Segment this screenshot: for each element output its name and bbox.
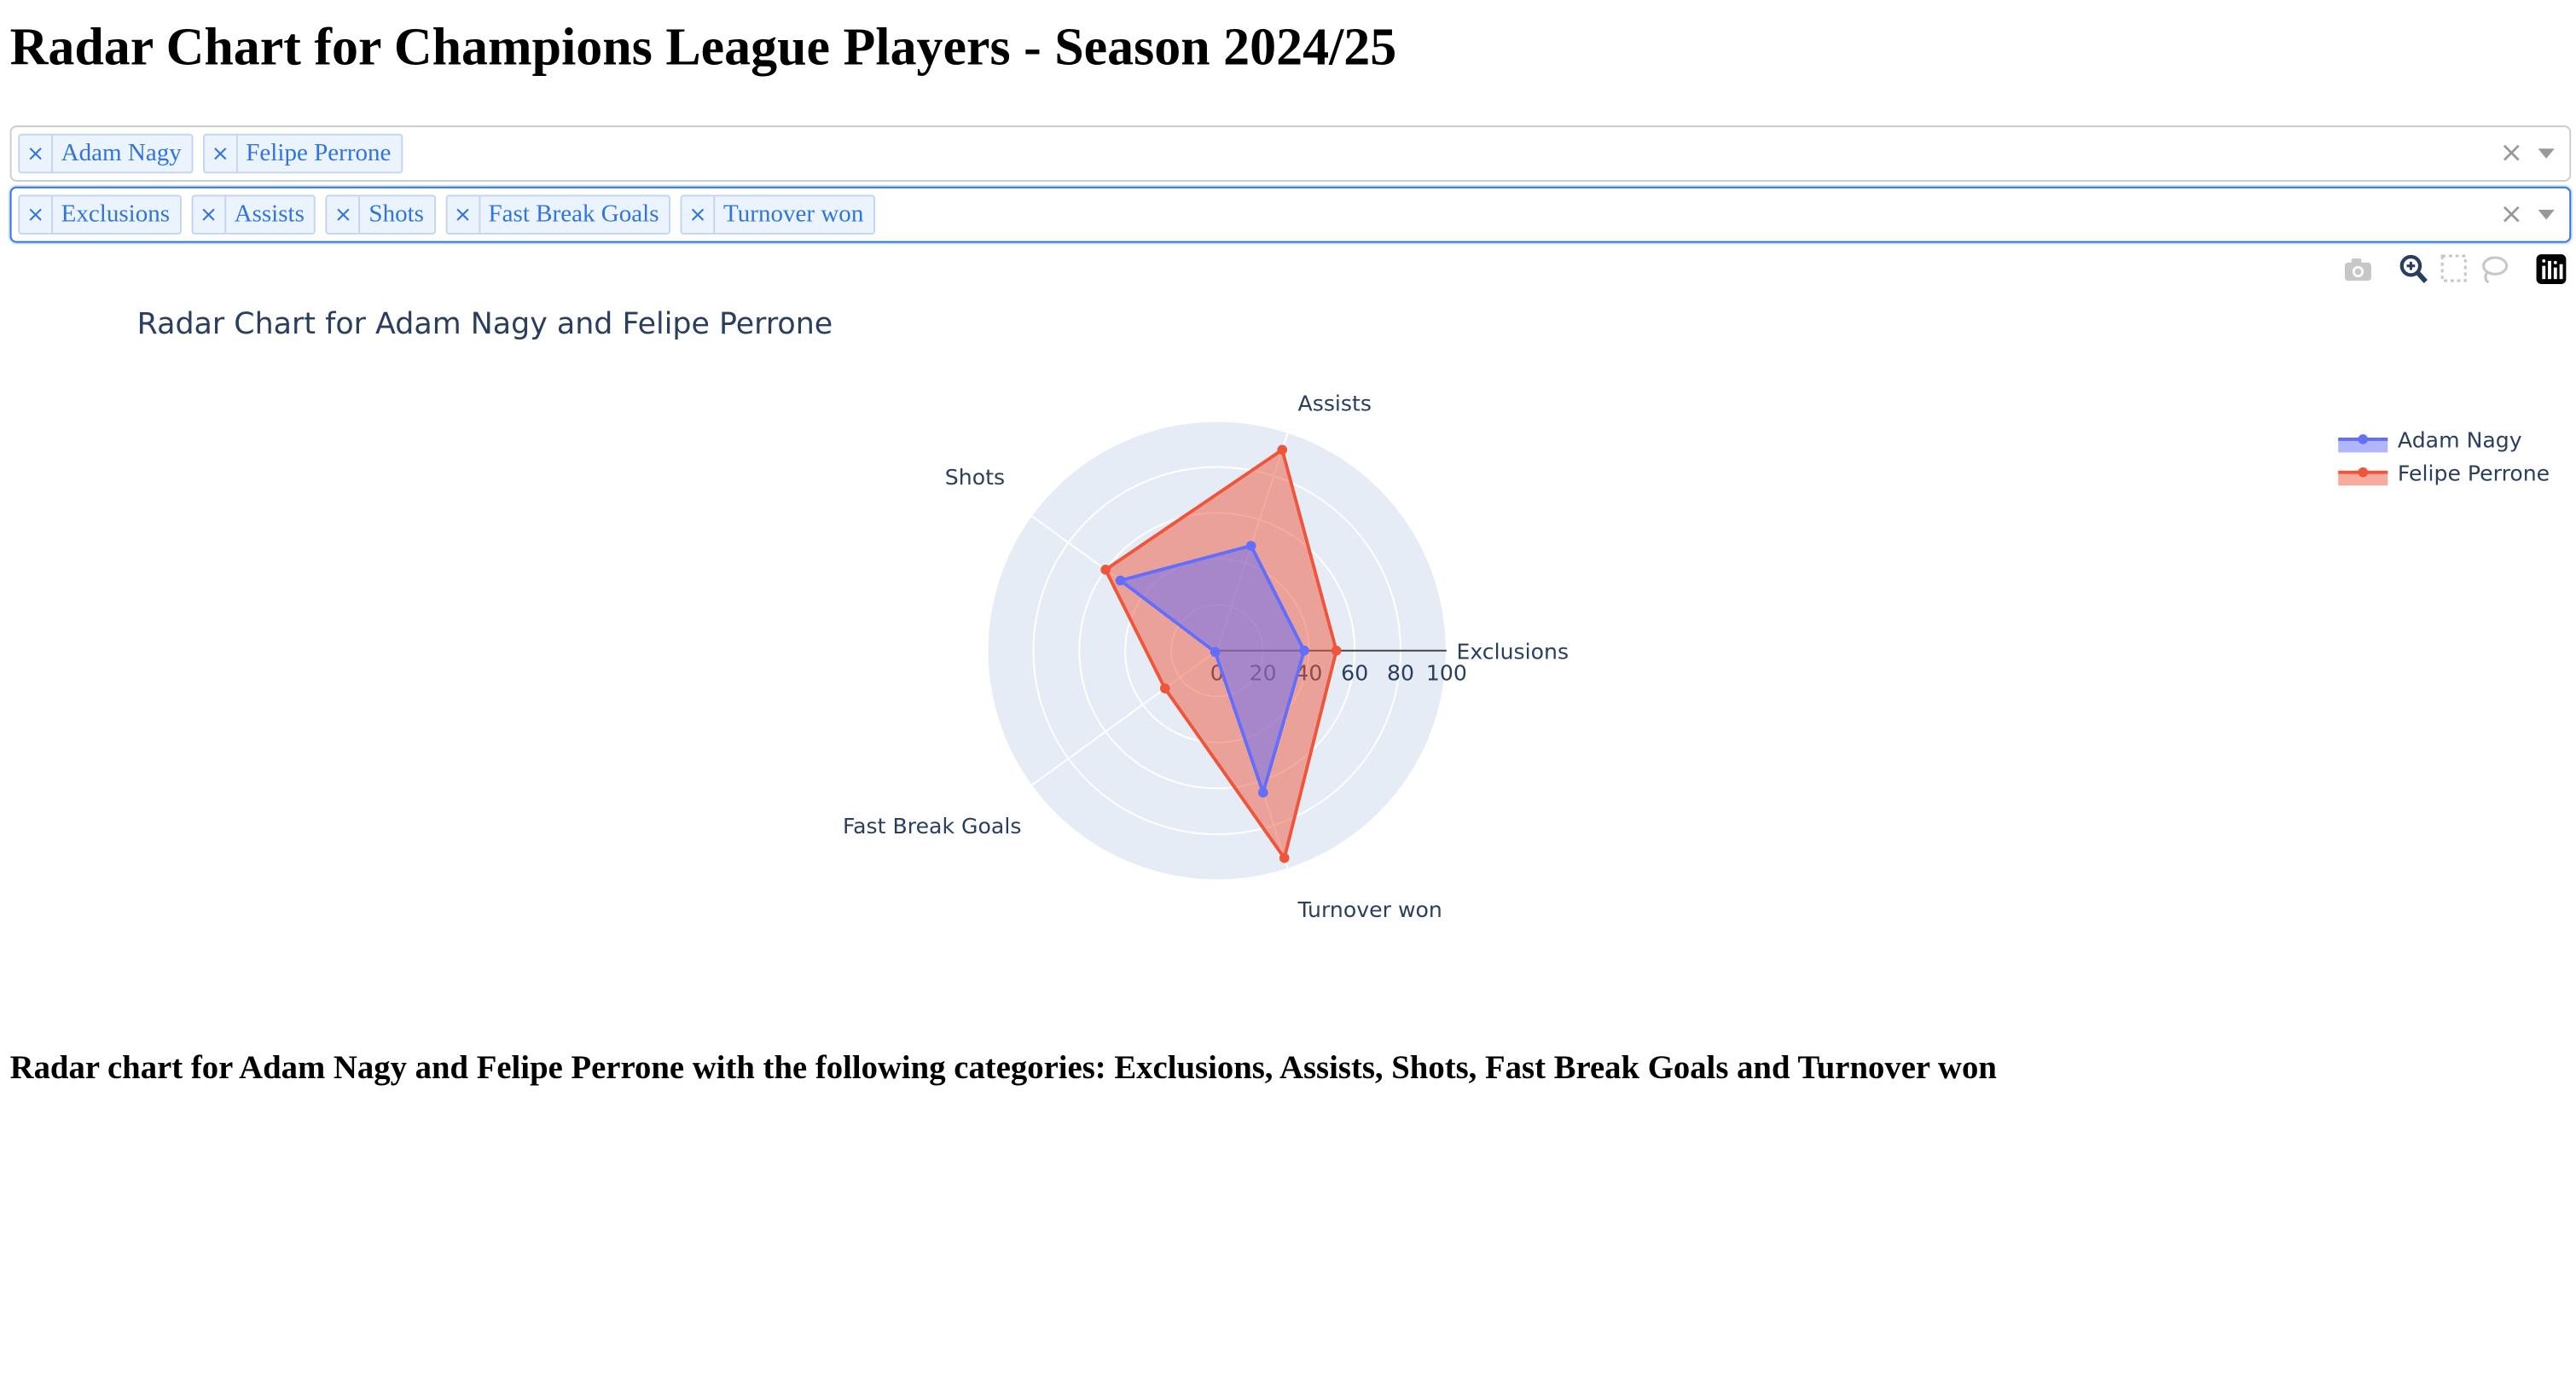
angular-tick-label: Exclusions — [1456, 639, 1569, 664]
player-chip: × Adam Nagy — [18, 133, 194, 174]
remove-category-icon[interactable]: × — [20, 196, 53, 233]
zoom-icon[interactable] — [2398, 251, 2431, 287]
data-point — [1279, 853, 1290, 863]
legend-label: Felipe Perrone — [2398, 461, 2550, 485]
remove-category-icon[interactable]: × — [328, 196, 361, 233]
data-point — [1299, 645, 1309, 656]
category-dropdown[interactable]: × Exclusions × Assists × Shots × Fast Br… — [9, 186, 2572, 243]
modebar — [2335, 251, 2569, 287]
legend-item: Adam Nagy — [2338, 428, 2522, 453]
category-chip-label: Fast Break Goals — [488, 200, 659, 228]
category-chip: × Assists — [191, 194, 316, 235]
plotly-logo-icon[interactable] — [2535, 251, 2568, 287]
category-chip: × Fast Break Goals — [445, 194, 671, 235]
category-chip: × Exclusions — [18, 194, 182, 235]
box-select-icon[interactable] — [2437, 251, 2470, 287]
remove-category-icon[interactable]: × — [447, 196, 480, 233]
legend-item: Felipe Perrone — [2338, 461, 2550, 485]
legend-marker — [2358, 434, 2369, 444]
category-chip: × Turnover won — [680, 194, 875, 235]
angular-tick-label: Assists — [1298, 392, 1372, 416]
player-chip-label: Felipe Perrone — [246, 139, 392, 166]
radial-tick-label: 60 — [1341, 661, 1368, 686]
remove-player-icon[interactable]: × — [205, 135, 238, 172]
data-point — [1100, 565, 1111, 575]
radial-tick-label: 100 — [1426, 661, 1467, 686]
data-point — [1210, 647, 1221, 658]
player-chip: × Felipe Perrone — [202, 133, 403, 174]
legend-label: Adam Nagy — [2398, 428, 2522, 453]
data-point — [1245, 541, 1256, 551]
category-chip-label: Shots — [368, 200, 425, 228]
category-chip: × Shots — [326, 194, 436, 235]
category-chip-label: Assists — [234, 200, 305, 228]
radial-tick-label: 80 — [1387, 661, 1414, 686]
category-chip-label: Exclusions — [61, 200, 171, 228]
legend-marker — [2358, 467, 2369, 478]
remove-player-icon[interactable]: × — [20, 135, 53, 172]
radar-chart: Radar Chart for Adam Nagy and Felipe Per… — [137, 307, 2550, 922]
data-point — [1159, 683, 1170, 694]
chart-caption: Radar chart for Adam Nagy and Felipe Per… — [9, 1050, 1997, 1087]
polar-area[interactable]: 020406080100ExclusionsAssistsShotsFast B… — [843, 392, 1569, 922]
data-point — [1257, 787, 1268, 798]
angular-tick-label: Fast Break Goals — [843, 814, 1021, 839]
data-point — [1331, 645, 1342, 656]
chevron-down-icon[interactable] — [2538, 209, 2555, 220]
page-title: Radar Chart for Champions League Players… — [9, 16, 1397, 77]
clear-players-icon[interactable]: × — [2499, 137, 2523, 171]
lasso-select-icon[interactable] — [2477, 251, 2510, 287]
chart-title: Radar Chart for Adam Nagy and Felipe Per… — [137, 307, 833, 341]
player-chip-label: Adam Nagy — [61, 139, 182, 166]
data-point — [1115, 575, 1126, 586]
player-dropdown[interactable]: × Adam Nagy × Felipe Perrone × — [9, 125, 2572, 182]
remove-category-icon[interactable]: × — [193, 196, 226, 233]
legend: Adam Nagy Felipe Perrone — [2338, 428, 2550, 485]
data-point — [1277, 444, 1288, 456]
category-chip-label: Turnover won — [723, 200, 864, 228]
clear-categories-icon[interactable]: × — [2499, 198, 2523, 231]
camera-icon[interactable] — [2341, 251, 2375, 287]
angular-tick-label: Shots — [945, 465, 1005, 490]
remove-category-icon[interactable]: × — [682, 196, 716, 233]
angular-tick-label: Turnover won — [1297, 897, 1442, 922]
chevron-down-icon[interactable] — [2538, 148, 2555, 159]
